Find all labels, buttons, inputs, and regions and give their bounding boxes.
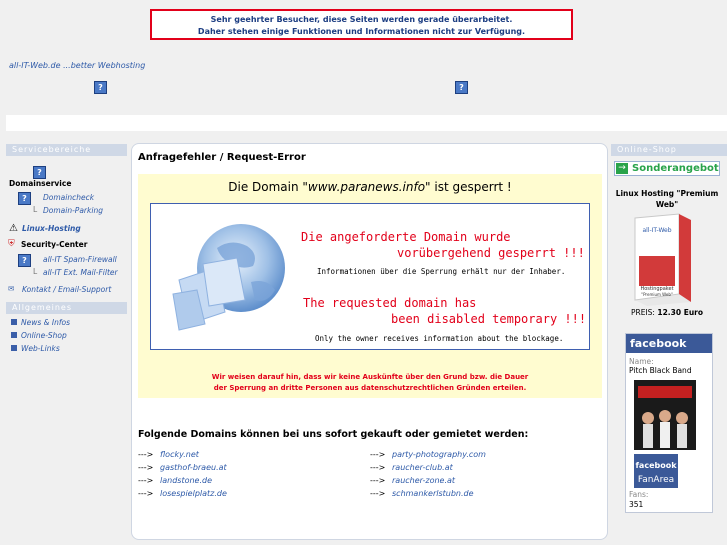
de-headline-1: Die angeforderte Domain wurde [301,230,511,244]
notice-line-1: Sehr geehrter Besucher, diese Seiten wer… [210,15,513,24]
sidebar-item-linux-hosting[interactable]: Linux-Hosting [22,224,81,233]
left-sidebar: Servicebereiche ? Domainservice ? Domain… [6,144,127,374]
arrow-label: ---> [370,450,386,459]
en-headline-1: The requested domain has [303,296,477,310]
de-info-text: Informationen über die Sperrung erhält n… [317,267,566,276]
bullet-icon [11,345,17,351]
fb-band-name[interactable]: Pitch Black Band [626,366,712,375]
band-photo[interactable]: facebook FanArea [634,380,696,488]
arrow-label: ---> [138,450,154,459]
domain-list-left: ---> flocky.net ---> gasthof-braeu.at --->… [138,450,338,502]
facebook-logo: facebook [626,334,712,353]
general-heading: Allgemeines [6,302,127,314]
page-title: Anfragefehler / Request-Error [138,152,306,163]
fb-name-label: Name: [629,357,654,366]
arrow-label: ---> [370,463,386,472]
arrow-right-icon: → [616,163,628,174]
sidebar-item-online-shop[interactable]: Online-Shop [21,331,67,340]
shield-icon: ⛨ [8,239,15,249]
price: PREIS: 12.30 Euro [611,308,723,317]
domain-row: ---> losespielplatz.de [138,489,338,502]
price-value: 12.30 Euro [657,308,704,317]
price-label: PREIS: [630,308,655,317]
privacy-warning-line-2: der Sperrung an dritte Personen aus date… [213,384,527,392]
sidebar-item-domainservice[interactable]: Domainservice [9,179,71,188]
blocked-domain-card: Die angeforderte Domain wurde vorübergeh… [150,203,590,350]
globe-icon [172,224,285,331]
domain-link[interactable]: flocky.net [160,450,199,459]
domain-link[interactable]: landstone.de [160,476,212,485]
tux-icon: ⚠ [9,223,18,234]
en-info-text: Only the owner receives information abou… [315,334,564,343]
arrow-label: ---> [138,476,154,485]
service-heading: Servicebereiche [6,144,127,156]
domain-row: ---> party-photography.com [370,450,570,463]
domain-link[interactable]: losespielplatz.de [160,489,227,498]
arrow-label: ---> [370,476,386,485]
domain-status: Die Domain "www.paranews.info" ist gespe… [138,180,602,194]
domaincheck-icon: ? [18,192,31,205]
box-logo: all-IT-Web [642,227,671,234]
special-offer-button[interactable]: → Sonderangebot [614,161,720,176]
arrow-label: ---> [138,489,154,498]
sidebar-item-mail-filter[interactable]: all-IT Ext. Mail-Filter [43,268,118,277]
arrow-label: ---> [138,463,154,472]
sidebar-item-spam-firewall[interactable]: all-IT Spam-Firewall [43,255,117,264]
fb-badge-logo: facebook [635,461,677,470]
domainservice-icon: ? [33,166,46,179]
domain-name: "www.paranews.info" [302,180,431,194]
right-sidebar: Online-Shop → Sonderangebot Linux Hostin… [611,144,727,516]
tree-branch-icon: L [33,267,38,276]
domain-row: ---> landstone.de [138,476,338,489]
domain-link[interactable]: gasthof-braeu.at [160,463,227,472]
error-box: Die Domain "www.paranews.info" ist gespe… [138,174,602,398]
domain-suffix: ist gesperrt ! [430,180,512,194]
broken-image-icon: ? [94,81,107,94]
domain-row: ---> flocky.net [138,450,338,463]
sidebar-item-web-links[interactable]: Web-Links [21,344,60,353]
broken-image-icon: ? [455,81,468,94]
sidebar-item-contact[interactable]: Kontakt / Email-Support [22,285,111,294]
domain-row: ---> raucher-club.at [370,463,570,476]
facebook-widget: facebook Name: Pitch Black Band facebook… [625,333,713,513]
domain-link[interactable]: raucher-club.at [392,463,453,472]
fb-fans-count: 351 [629,500,644,509]
tree-branch-icon: L [33,205,38,214]
header-bar [6,115,727,131]
domain-link[interactable]: party-photography.com [392,450,486,459]
maintenance-notice: Sehr geehrter Besucher, diese Seiten wer… [150,9,573,40]
domain-list-right: ---> party-photography.com ---> raucher-cl… [370,450,570,502]
domain-prefix: Die Domain [228,180,303,194]
sidebar-item-domaincheck[interactable]: Domaincheck [43,193,94,202]
domains-heading: Folgende Domains können bei uns sofort g… [138,429,529,440]
spam-firewall-icon: ? [18,254,31,267]
fb-fans-label: Fans: [629,490,649,499]
domain-row: ---> raucher-zone.at [370,476,570,489]
contact-icon: ✉ [8,284,15,293]
privacy-warning: Wir weisen darauf hin, dass wir keine Au… [138,372,602,394]
privacy-warning-line-1: Wir weisen darauf hin, dass wir keine Au… [211,373,529,381]
domain-row: ---> gasthof-braeu.at [138,463,338,476]
box-sub: "Premium Web" [641,292,673,297]
arrow-label: ---> [370,489,386,498]
domain-row: ---> schmankerlstubn.de [370,489,570,502]
sidebar-item-news[interactable]: News & Infos [21,318,70,327]
domain-link[interactable]: schmankerlstubn.de [392,489,474,498]
bullet-icon [11,332,17,338]
shop-heading: Online-Shop [611,144,727,156]
product-box-image[interactable]: all-IT-Web Hostingpaket "Premium Web" [627,210,697,306]
de-headline-2: vorübergehend gesperrt !!! [397,246,585,260]
fb-badge-text: FanArea [638,475,674,485]
domain-link[interactable]: raucher-zone.at [392,476,455,485]
special-offer-label: Sonderangebot [632,163,719,174]
sidebar-item-security-center[interactable]: Security-Center [21,240,87,249]
sidebar-item-domain-parking[interactable]: Domain-Parking [43,206,103,215]
brand-tagline: all-IT-Web.de ...better Webhosting [9,61,146,70]
product-title[interactable]: Linux Hosting "Premium Web" [611,188,723,210]
en-headline-2: been disabled temporary !!! [391,312,587,326]
bullet-icon [11,319,17,325]
main-panel: Anfragefehler / Request-Error Die Domain… [131,143,608,540]
notice-line-2: Daher stehen einige Funktionen und Infor… [197,27,526,36]
